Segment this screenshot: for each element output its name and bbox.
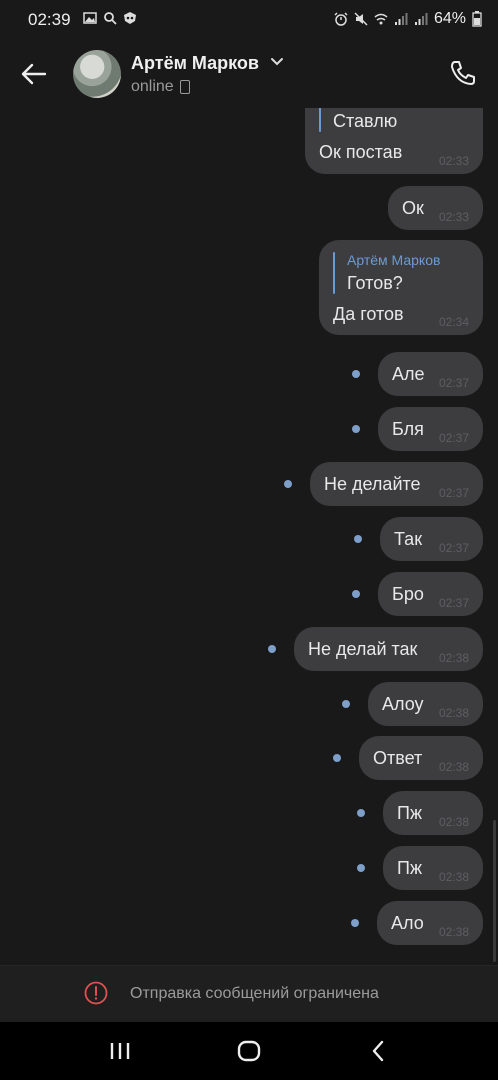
reply-quote-text: Ставлю — [333, 111, 398, 131]
unread-indicator — [284, 480, 292, 488]
message-text: Ок — [402, 198, 424, 218]
battery-icon — [472, 11, 482, 27]
warning-icon — [84, 981, 108, 1005]
phone-icon — [451, 61, 475, 85]
message-bubble[interactable]: Ало 02:38 — [377, 901, 483, 945]
recent-apps-icon — [110, 1043, 130, 1059]
message-bubble[interactable]: Алоу 02:38 — [368, 682, 483, 726]
system-back-button[interactable] — [358, 1036, 398, 1066]
message-bubble[interactable]: Бро 02:37 — [378, 572, 483, 616]
restricted-text: Отправка сообщений ограничена — [130, 985, 379, 1002]
arrow-left-icon — [21, 63, 47, 85]
system-nav-bar — [0, 1022, 498, 1080]
mute-icon — [354, 12, 368, 26]
avatar[interactable] — [73, 50, 121, 98]
home-button[interactable] — [229, 1036, 269, 1066]
message-time: 02:37 — [438, 376, 469, 390]
message-time: 02:38 — [438, 815, 469, 829]
message-bubble[interactable]: Ставлю Ок постав 02:33 — [305, 108, 483, 174]
message-text: Алоу — [382, 694, 424, 714]
alarm-icon — [334, 12, 348, 26]
message-bubble[interactable]: Не делайте 02:37 — [310, 462, 483, 506]
message-bubble[interactable]: Бля 02:37 — [378, 407, 483, 451]
online-status: online — [131, 78, 174, 95]
message-bubble[interactable]: Артём Марков Готов? Да готов 02:34 — [319, 240, 483, 335]
message-time: 02:37 — [438, 596, 469, 610]
status-bar: 02:39 64% — [0, 0, 498, 40]
message-text: Да готов — [333, 304, 404, 324]
contact-name[interactable]: Артём Марков — [131, 53, 259, 74]
message-text: Бля — [392, 419, 424, 439]
message-time: 02:38 — [438, 651, 469, 665]
signal-icon — [394, 13, 408, 25]
message-time: 02:37 — [438, 431, 469, 445]
gallery-icon — [83, 12, 97, 24]
reply-quote-author: Артём Марков — [347, 252, 441, 268]
message-time: 02:34 — [438, 315, 469, 329]
message-text: Не делай так — [308, 639, 418, 659]
message-time: 02:37 — [438, 486, 469, 500]
message-time: 02:38 — [438, 925, 469, 939]
unread-indicator — [268, 645, 276, 653]
signal-icon — [414, 13, 428, 25]
wifi-icon — [374, 13, 388, 25]
scrollbar[interactable] — [493, 820, 496, 962]
unread-indicator — [352, 370, 360, 378]
unread-indicator — [333, 754, 341, 762]
message-time: 02:33 — [438, 210, 469, 224]
unread-indicator — [342, 700, 350, 708]
message-text: Не делайте — [324, 474, 421, 494]
message-time: 02:38 — [438, 706, 469, 720]
message-time: 02:38 — [438, 760, 469, 774]
battery-level: 64% — [433, 10, 466, 27]
vpn-icon — [124, 12, 136, 24]
unread-indicator — [352, 590, 360, 598]
message-bubble[interactable]: Так 02:37 — [380, 517, 483, 561]
mobile-device-icon — [179, 80, 190, 94]
message-time: 02:33 — [438, 154, 469, 168]
message-bubble[interactable]: Не делай так 02:38 — [294, 627, 483, 671]
message-text: Бро — [392, 584, 424, 604]
message-text: Але — [392, 364, 425, 384]
status-time: 02:39 — [28, 10, 71, 29]
unread-indicator — [357, 864, 365, 872]
home-icon — [237, 1040, 261, 1062]
message-bubble[interactable]: Пж 02:38 — [383, 846, 483, 890]
message-text: Пж — [397, 858, 422, 878]
search-icon — [104, 12, 117, 25]
unread-indicator — [354, 535, 362, 543]
unread-indicator — [352, 425, 360, 433]
message-text: Так — [394, 529, 423, 549]
messaging-restricted-banner: Отправка сообщений ограничена — [0, 965, 498, 1023]
contact-status: online — [131, 78, 190, 96]
reply-quote-bar — [333, 252, 335, 294]
chevron-down-icon[interactable] — [270, 57, 284, 67]
call-button[interactable] — [446, 56, 480, 90]
unread-indicator — [351, 919, 359, 927]
chevron-left-icon — [372, 1040, 384, 1062]
message-time: 02:38 — [438, 870, 469, 884]
message-time: 02:37 — [438, 541, 469, 555]
message-text: Ок постав — [319, 142, 403, 162]
message-bubble[interactable]: Але 02:37 — [378, 352, 483, 396]
chat-header: Артём Марков online — [0, 40, 498, 108]
message-text: Ответ — [373, 748, 423, 768]
message-bubble[interactable]: Ок 02:33 — [388, 186, 483, 230]
message-bubble[interactable]: Пж 02:38 — [383, 791, 483, 835]
message-text: Пж — [397, 803, 422, 823]
reply-quote-text: Готов? — [347, 273, 403, 293]
reply-quote-bar — [319, 108, 321, 132]
recent-apps-button[interactable] — [100, 1036, 140, 1066]
message-text: Ало — [391, 913, 424, 933]
message-bubble[interactable]: Ответ 02:38 — [359, 736, 483, 780]
message-list[interactable]: Ставлю Ок постав 02:33 Ок 02:33 Артём Ма… — [0, 108, 498, 963]
back-button[interactable] — [18, 58, 50, 90]
unread-indicator — [357, 809, 365, 817]
